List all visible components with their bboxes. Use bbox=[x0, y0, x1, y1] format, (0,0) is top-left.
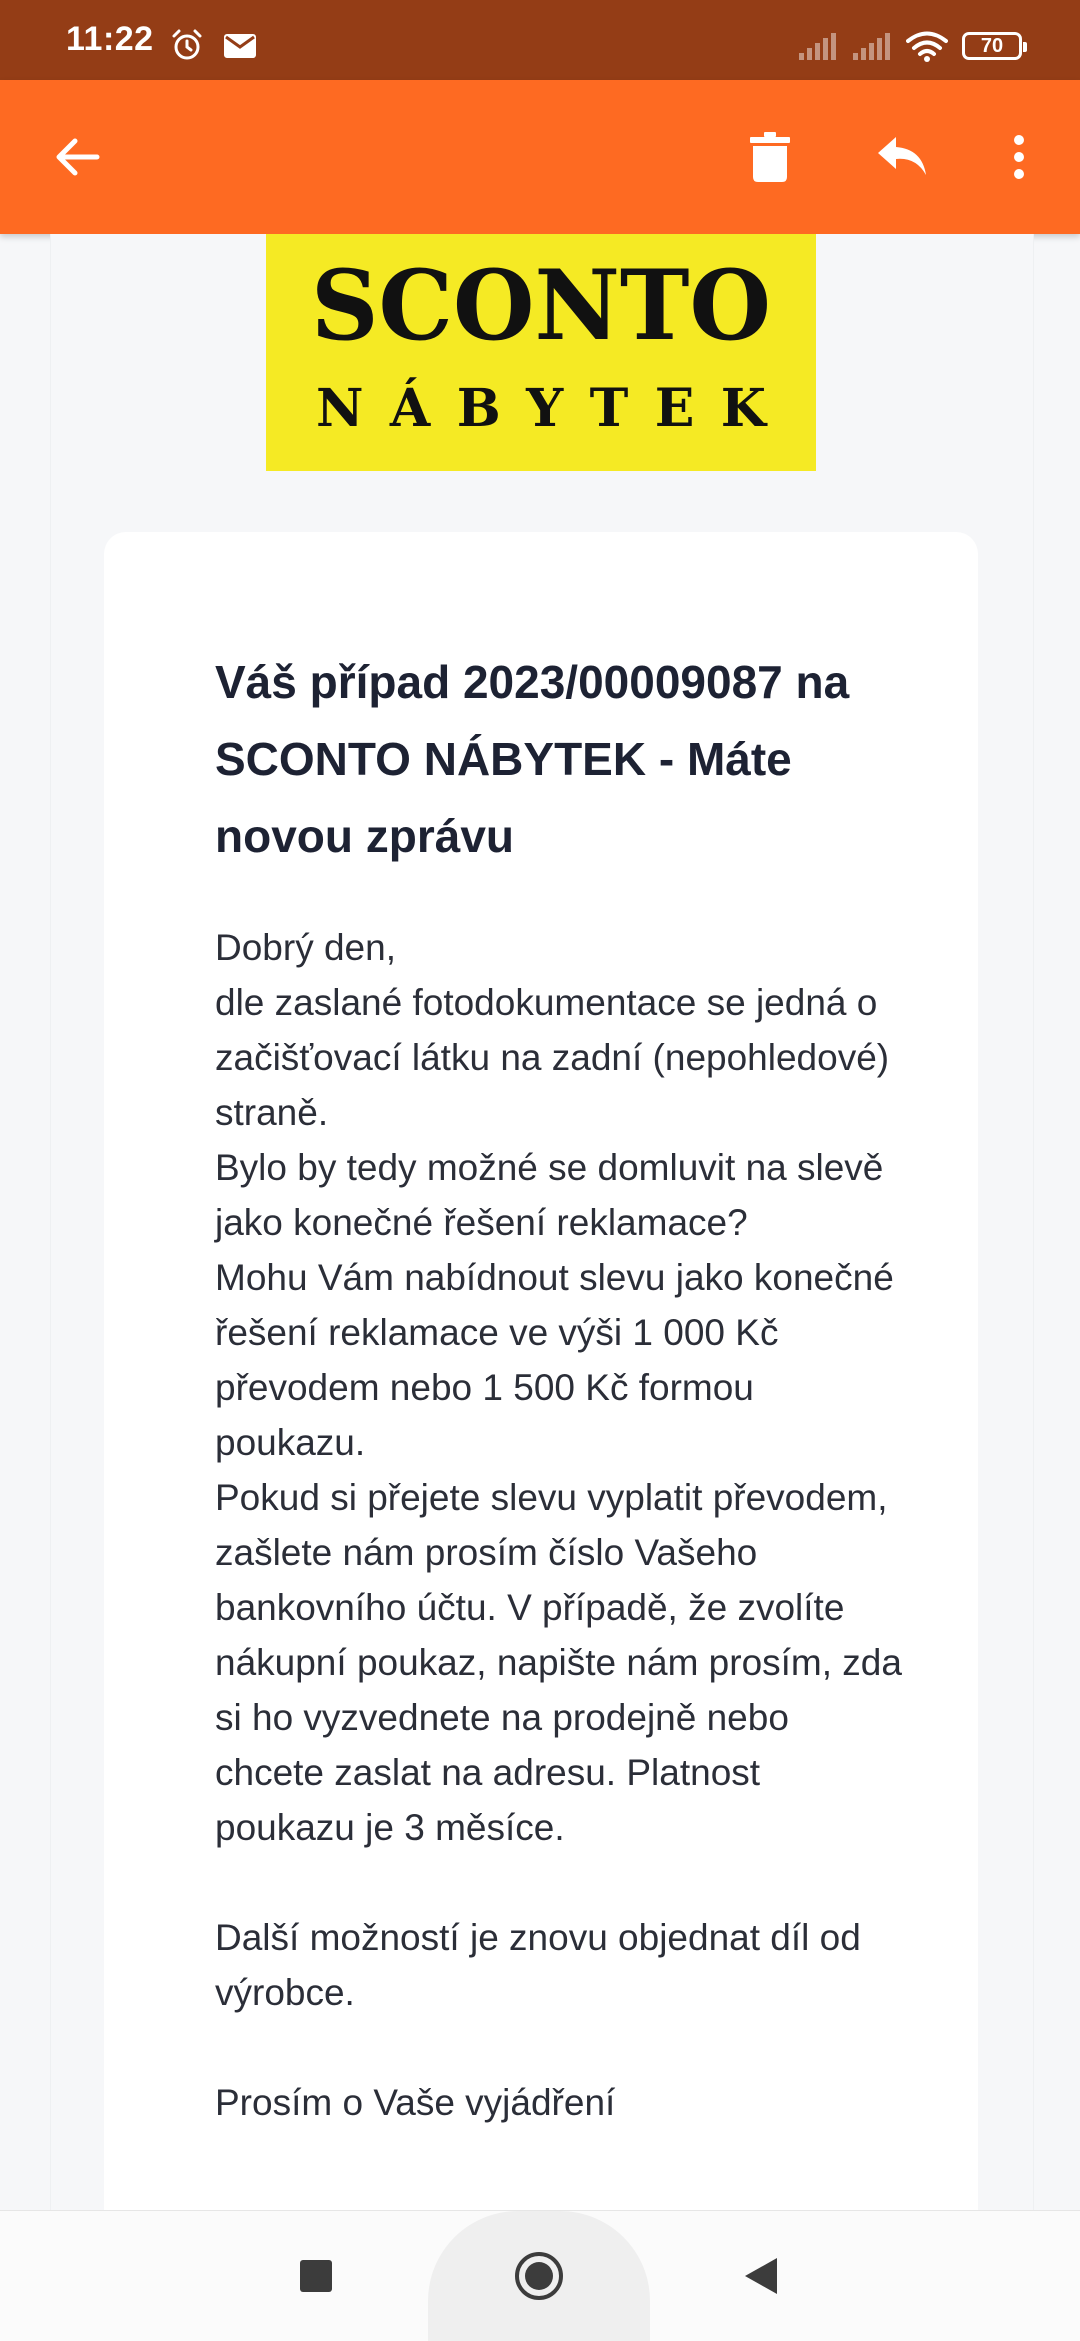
wifi-icon bbox=[906, 31, 948, 62]
more-vert-icon bbox=[1014, 135, 1024, 179]
email-title: Váš případ 2023/00009087 na SCONTO NÁBYT… bbox=[215, 656, 850, 862]
nav-back-button[interactable] bbox=[726, 2241, 796, 2311]
signal-icon bbox=[799, 33, 836, 60]
email-content[interactable]: SCONTO NÁBYTEK Váš případ 2023/00009087 … bbox=[0, 234, 1080, 2210]
body-paragraph: Bylo by tedy možné se domluvit na slevě … bbox=[215, 1147, 884, 1243]
body-paragraph: Pokud si přejete slevu vyplatit převodem… bbox=[215, 1477, 902, 1848]
home-icon bbox=[515, 2252, 563, 2300]
logo-graphic: SCONTO NÁBYTEK bbox=[311, 249, 771, 439]
body-paragraph: Prosím o Vaše vyjádření bbox=[215, 2082, 616, 2123]
battery-level: 70 bbox=[980, 34, 1004, 57]
back-arrow-icon bbox=[56, 138, 100, 176]
status-icons: 70 bbox=[798, 26, 1027, 66]
back-icon bbox=[745, 2258, 777, 2294]
delete-icon bbox=[750, 132, 790, 182]
battery-icon: 70 bbox=[962, 32, 1027, 60]
body-paragraph: Další možností je znovu objednat díl od … bbox=[215, 1917, 861, 2013]
logo-line1: SCONTO bbox=[311, 249, 771, 362]
recents-button[interactable] bbox=[281, 2241, 351, 2311]
reply-button[interactable] bbox=[863, 118, 941, 196]
email-body: Dobrý den, dle zaslané fotodokumentace s… bbox=[215, 920, 905, 2130]
body-paragraph: dle zaslané fotodokumentace se jedná o z… bbox=[215, 982, 890, 1133]
back-button[interactable] bbox=[38, 118, 116, 196]
reply-icon bbox=[878, 137, 926, 175]
home-button[interactable] bbox=[504, 2241, 574, 2311]
status-bar: 11:22 70 bbox=[0, 0, 1080, 80]
alarm-icon bbox=[172, 29, 202, 60]
delete-button[interactable] bbox=[731, 118, 809, 196]
logo-line2: NÁBYTEK bbox=[316, 377, 768, 439]
sconto-logo: SCONTO NÁBYTEK bbox=[266, 234, 816, 471]
status-time: 11:22 bbox=[66, 20, 154, 58]
app-bar bbox=[0, 80, 1080, 234]
body-paragraph: Dobrý den, bbox=[215, 927, 396, 968]
recents-icon bbox=[300, 2260, 332, 2292]
more-options-button[interactable] bbox=[980, 118, 1058, 196]
navigation-bar bbox=[0, 2210, 1080, 2341]
body-paragraph: Mohu Vám nabídnout slevu jako konečné ře… bbox=[215, 1257, 894, 1463]
mail-icon bbox=[224, 34, 256, 58]
signal-icon bbox=[853, 33, 890, 60]
